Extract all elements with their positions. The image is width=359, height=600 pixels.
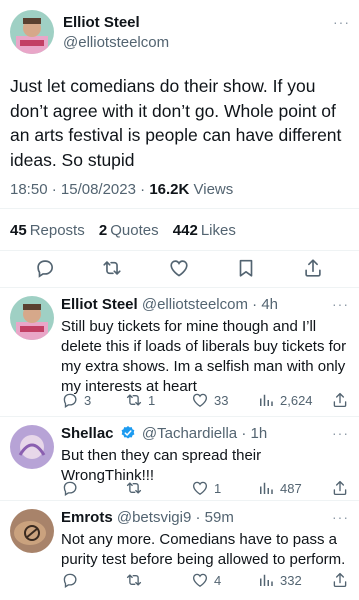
repost-button[interactable]: [125, 479, 148, 497]
views-label: Views: [193, 181, 234, 198]
separator-dot: ·: [252, 296, 258, 313]
reply-time[interactable]: 59m: [205, 509, 234, 526]
avatar[interactable]: [10, 509, 54, 553]
quotes-stat[interactable]: 2 Quotes: [99, 222, 159, 239]
reply-header: Shellac @Tachardiella · 1h: [61, 425, 267, 445]
views-icon: [257, 571, 275, 589]
quotes-label: Quotes: [110, 222, 159, 239]
like-count: 33: [214, 392, 229, 408]
more-options-icon[interactable]: ···: [332, 509, 349, 525]
avatar[interactable]: [10, 296, 54, 340]
reply-action-bar: 4 332: [61, 571, 349, 591]
reply-author-name[interactable]: Shellac: [61, 425, 114, 442]
reply-text: Not any more. Comedians have to pass a p…: [61, 531, 346, 568]
share-icon: [331, 479, 349, 497]
reposts-count: 45: [10, 222, 27, 239]
bookmark-icon[interactable]: [235, 257, 257, 279]
reply-item[interactable]: Shellac @Tachardiella · 1h ··· But then …: [0, 417, 359, 499]
post-text: Just let comedians do their show. If you…: [10, 76, 342, 170]
reply-action-bar: 1 487: [61, 479, 349, 499]
divider: [0, 208, 359, 209]
views-button[interactable]: 332: [257, 571, 302, 589]
views-icon: [257, 391, 275, 409]
reply-icon: [61, 391, 79, 409]
repost-button[interactable]: 1: [125, 391, 155, 409]
author-handle[interactable]: @elliotsteelcom: [63, 34, 169, 51]
views-count: 16.2K: [149, 181, 190, 198]
separator-dot: ·: [241, 425, 247, 442]
reply-author-handle[interactable]: @betsvigi9: [117, 509, 191, 526]
reply-item[interactable]: Emrots @betsvigi9 · 59m ··· Not any more…: [0, 501, 359, 600]
post-time[interactable]: 18:50: [10, 181, 48, 198]
reply-item[interactable]: Elliot Steel @elliotsteelcom · 4h ··· St…: [0, 288, 359, 413]
repost-icon[interactable]: [101, 257, 123, 279]
divider: [0, 250, 359, 251]
more-options-icon[interactable]: ···: [333, 14, 350, 30]
reply-time[interactable]: 1h: [251, 425, 268, 442]
post-date[interactable]: 15/08/2023: [61, 181, 136, 198]
reply-author-handle[interactable]: @Tachardiella: [142, 425, 237, 442]
avatar[interactable]: [10, 10, 54, 54]
reply-header: Emrots @betsvigi9 · 59m: [61, 509, 234, 526]
separator-dot: ·: [51, 181, 61, 198]
reply-button[interactable]: 3: [61, 391, 91, 409]
like-count: 4: [214, 572, 222, 588]
more-options-icon[interactable]: ···: [332, 425, 349, 441]
likes-stat[interactable]: 442 Likes: [173, 222, 236, 239]
author-name[interactable]: Elliot Steel: [63, 14, 140, 31]
post-meta: 18:50 · 15/08/2023 · 16.2K Views: [10, 181, 233, 198]
views-icon: [257, 479, 275, 497]
likes-count: 442: [172, 222, 198, 239]
reposts-stat[interactable]: 45 Reposts: [10, 222, 85, 239]
reply-icon: [61, 571, 79, 589]
like-button[interactable]: 4: [191, 571, 221, 589]
like-button[interactable]: 33: [191, 391, 228, 409]
share-button[interactable]: [331, 391, 349, 409]
like-icon: [191, 479, 209, 497]
reply-button[interactable]: [61, 571, 84, 589]
main-post-header: Elliot Steel @elliotsteelcom ···: [10, 10, 350, 58]
likes-label: Likes: [200, 222, 236, 239]
repost-icon: [125, 571, 143, 589]
views-button[interactable]: 487: [257, 479, 302, 497]
separator-dot: ·: [140, 181, 150, 198]
repost-button[interactable]: [125, 571, 148, 589]
like-count: 1: [214, 480, 222, 496]
views-count: 2,624: [280, 392, 313, 408]
reply-action-bar: 3 1 33 2,624: [61, 391, 349, 411]
reply-icon: [61, 479, 79, 497]
repost-count: 1: [148, 392, 156, 408]
share-icon: [331, 391, 349, 409]
share-button[interactable]: [331, 571, 349, 589]
reply-button[interactable]: [61, 479, 84, 497]
avatar[interactable]: [10, 425, 54, 469]
share-button[interactable]: [331, 479, 349, 497]
reply-icon[interactable]: [34, 257, 56, 279]
views-count: 332: [280, 572, 302, 588]
reply-author-name[interactable]: Elliot Steel: [61, 296, 138, 313]
reply-count: 3: [84, 392, 92, 408]
views-count: 487: [280, 480, 302, 496]
share-icon[interactable]: [302, 257, 324, 279]
reply-text: Still buy tickets for mine though and I’…: [61, 318, 347, 395]
reply-author-name[interactable]: Emrots: [61, 509, 113, 526]
quotes-count: 2: [98, 222, 108, 239]
post-stats: 45 Reposts 2 Quotes 442 Likes: [10, 222, 246, 239]
views-button[interactable]: 2,624: [257, 391, 313, 409]
like-button[interactable]: 1: [191, 479, 221, 497]
like-icon[interactable]: [168, 257, 190, 279]
reply-author-handle[interactable]: @elliotsteelcom: [142, 296, 248, 313]
reply-header: Elliot Steel @elliotsteelcom · 4h: [61, 296, 278, 313]
reposts-label: Reposts: [29, 222, 85, 239]
like-icon: [191, 391, 209, 409]
share-icon: [331, 571, 349, 589]
like-icon: [191, 571, 209, 589]
repost-icon: [125, 391, 143, 409]
reply-time[interactable]: 4h: [261, 296, 278, 313]
verified-badge-icon: [120, 425, 136, 445]
separator-dot: ·: [195, 509, 201, 526]
more-options-icon[interactable]: ···: [332, 296, 349, 312]
repost-icon: [125, 479, 143, 497]
